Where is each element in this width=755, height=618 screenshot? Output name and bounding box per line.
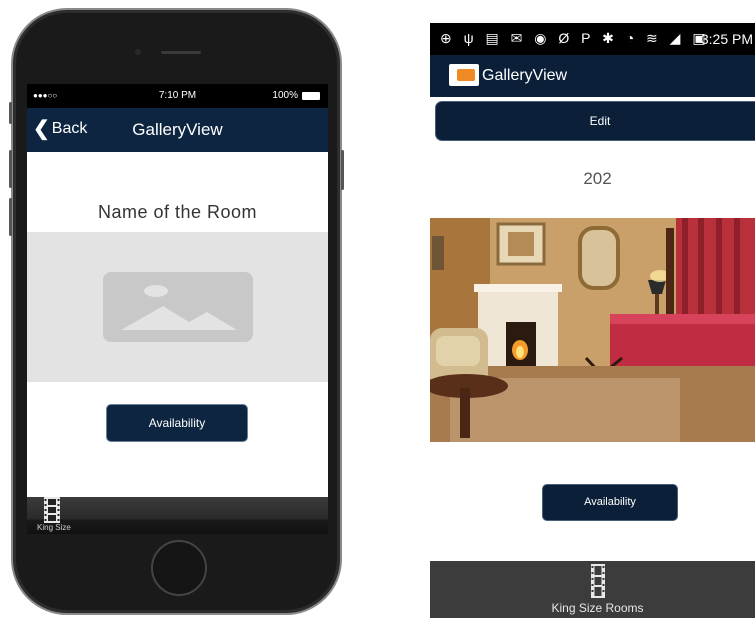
- notification-icons: ⊕ ψ ▤ ✉ ◉ Ø P ✱ ◔ ≋ ◢ ▣: [440, 30, 710, 46]
- navigation-bar: ❮ Back GalleryView: [27, 108, 328, 152]
- battery-icon: [302, 92, 320, 100]
- app-title: GalleryView: [482, 67, 568, 84]
- volume-down-button: [9, 198, 12, 236]
- android-screenshot: ⊕ ψ ▤ ✉ ◉ Ø P ✱ ◔ ≋ ◢ ▣ 3:25 PM GalleryV…: [430, 23, 755, 618]
- availability-button[interactable]: Availability: [542, 484, 678, 521]
- front-camera: [135, 49, 141, 55]
- tab-label: King Size Rooms: [551, 601, 644, 615]
- tab-bar: King Size: [27, 497, 328, 534]
- edit-button[interactable]: Edit: [435, 101, 755, 141]
- availability-button[interactable]: Availability: [106, 404, 248, 442]
- tab-king-size-rooms[interactable]: [591, 564, 605, 603]
- room-name: Name of the Room: [97, 202, 258, 222]
- image-placeholder-icon: [103, 272, 253, 342]
- iphone-screen: ●●●○○ 7:10 PM 100% ❮ Back GalleryView Na…: [27, 84, 328, 534]
- tab-bar: King Size Rooms: [430, 561, 755, 618]
- status-bar: ⊕ ψ ▤ ✉ ◉ Ø P ✱ ◔ ≋ ◢ ▣ 3:25 PM: [430, 23, 755, 55]
- film-strip-icon: [44, 497, 60, 523]
- volume-up-button: [9, 150, 12, 188]
- film-strip-icon: [591, 564, 605, 598]
- action-bar: GalleryView: [430, 55, 755, 97]
- room-image-placeholder[interactable]: [27, 232, 328, 382]
- status-bar: ●●●○○ 7:10 PM 100%: [27, 84, 328, 108]
- power-button: [341, 150, 344, 190]
- status-time: 3:25 PM: [700, 31, 753, 47]
- room-number: 202: [583, 169, 612, 188]
- app-logo-icon[interactable]: [449, 64, 479, 86]
- earpiece-speaker: [161, 51, 201, 54]
- iphone-mockup: ●●●○○ 7:10 PM 100% ❮ Back GalleryView Na…: [9, 8, 344, 615]
- home-button[interactable]: [151, 540, 207, 596]
- tab-label: King Size: [37, 523, 71, 532]
- hotel-room-photo[interactable]: [430, 218, 755, 442]
- battery-percent: 100%: [272, 90, 298, 101]
- page-title: GalleryView: [132, 120, 223, 139]
- mute-switch: [9, 102, 12, 124]
